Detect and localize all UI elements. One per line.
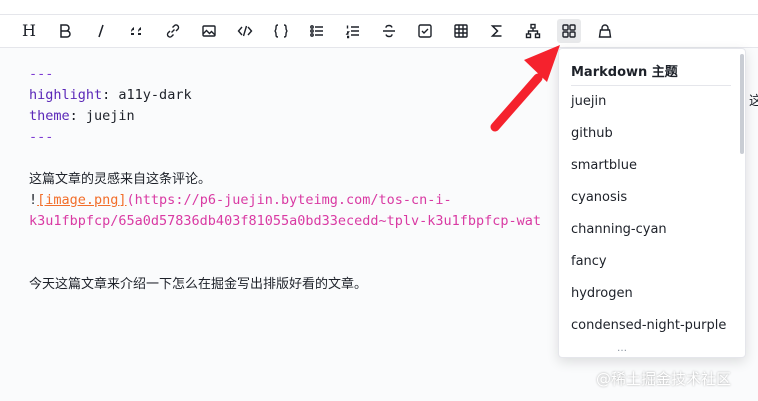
help-button[interactable]	[593, 19, 617, 43]
dropdown-title: Markdown 主题	[571, 65, 678, 80]
bold-icon	[60, 24, 71, 38]
code-icon	[237, 25, 253, 37]
dropdown-scrollbar[interactable]	[740, 54, 744, 154]
colon: :	[69, 108, 86, 124]
frontmatter-value-highlight: a11y-dark	[118, 87, 192, 103]
divider	[571, 85, 731, 86]
heading-button[interactable]: H	[17, 19, 41, 43]
editor-toolbar: H	[0, 15, 758, 48]
sigma-icon	[490, 25, 502, 37]
theme-option-smartblue[interactable]: smartblue	[571, 156, 637, 176]
theme-option-juejin[interactable]: juejin	[571, 92, 606, 112]
unordered-list-icon	[310, 25, 323, 37]
code-block-button[interactable]	[269, 19, 293, 43]
image-icon	[202, 25, 216, 37]
watermark: @稀土掘金技术社区	[596, 370, 732, 388]
theme-button[interactable]	[557, 19, 581, 43]
theme-option-fancy[interactable]: fancy	[571, 252, 607, 272]
diagram-icon	[525, 23, 541, 39]
paragraph-line: 这篇文章的灵感来自这条评论。	[29, 172, 212, 187]
paragraph-line: 今天这篇文章来介绍一下怎么在掘金写出排版好看的文章。	[29, 277, 368, 292]
heading-icon: H	[22, 21, 36, 40]
frontmatter-start: ---	[29, 66, 54, 82]
theme-dropdown: Markdown 主题 juejin github smartblue cyan…	[558, 48, 746, 358]
table-button[interactable]	[449, 19, 473, 43]
colon: :	[102, 87, 119, 103]
formula-button[interactable]	[485, 19, 509, 43]
link-button[interactable]	[161, 19, 185, 43]
task-list-button[interactable]	[413, 19, 437, 43]
image-alt-link: [image.png]	[37, 192, 127, 208]
theme-option-cyanosis[interactable]: cyanosis	[571, 188, 627, 208]
italic-icon	[98, 24, 104, 38]
unordered-list-button[interactable]	[305, 19, 329, 43]
quote-icon	[130, 27, 141, 35]
image-url: (https://p6-juejin.byteimg.com/tos-cn-i-	[126, 192, 452, 208]
code-button[interactable]	[233, 19, 257, 43]
theme-option-channing-cyan[interactable]: channing-cyan	[571, 220, 667, 240]
frontmatter-key-theme: theme	[29, 108, 70, 124]
frontmatter-key-highlight: highlight	[29, 87, 103, 103]
image-button[interactable]	[197, 19, 221, 43]
checkbox-icon	[418, 24, 432, 38]
grid-icon	[562, 24, 576, 38]
strikethrough-button[interactable]	[377, 19, 401, 43]
top-bar	[0, 0, 758, 15]
strikethrough-icon	[383, 24, 395, 38]
table-icon	[454, 24, 468, 38]
frontmatter-end: ---	[29, 129, 54, 145]
bold-button[interactable]	[53, 19, 77, 43]
image-bang: !	[29, 192, 38, 208]
link-icon	[166, 24, 180, 38]
code-block-icon	[274, 24, 288, 38]
frontmatter-value-theme: juejin	[85, 108, 135, 124]
lock-icon	[598, 24, 612, 38]
editor-content[interactable]: --- highlight: a11y-dark theme: juejin -…	[29, 64, 541, 295]
preview-text-edge: 这	[749, 94, 758, 109]
italic-button[interactable]	[89, 19, 113, 43]
theme-option-hydrogen[interactable]: hydrogen	[571, 284, 633, 304]
quote-button[interactable]	[125, 19, 149, 43]
ordered-list-icon	[345, 25, 359, 39]
ordered-list-button[interactable]	[341, 19, 365, 43]
image-url-continued: k3u1fbpfcp/65a0d57836db403f81055a0bd33ec…	[29, 213, 542, 229]
more-indicator: …	[617, 343, 627, 354]
theme-option-condensed-night-purple[interactable]: condensed-night-purple	[571, 316, 726, 336]
diagram-button[interactable]	[521, 19, 545, 43]
theme-option-github[interactable]: github	[571, 124, 613, 144]
